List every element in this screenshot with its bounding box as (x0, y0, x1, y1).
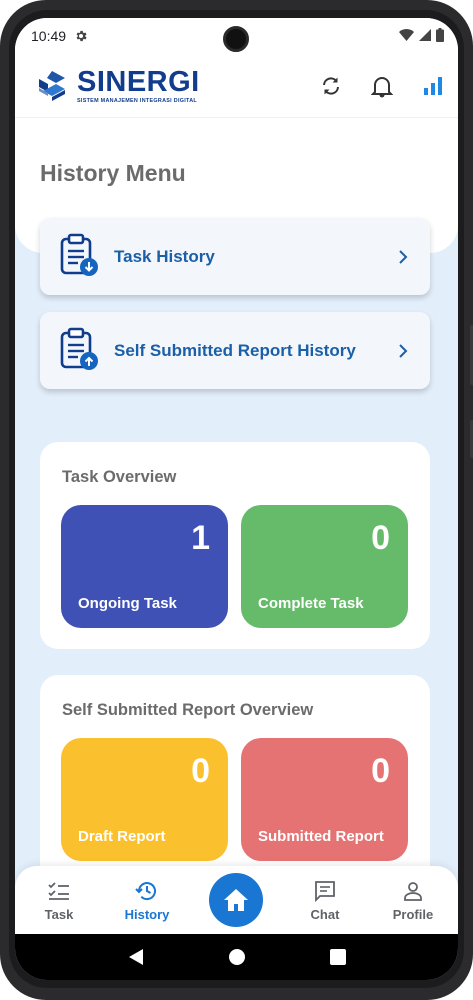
task-overview-title: Task Overview (62, 468, 177, 486)
status-icons (399, 28, 444, 42)
clipboard-upload-icon (60, 327, 98, 370)
status-time: 10:49 (31, 28, 67, 44)
checklist-icon (48, 881, 69, 900)
person-icon (404, 881, 422, 901)
complete-task-stat[interactable]: 0 Complete Task (241, 505, 408, 628)
bottom-navigation: Task History Chat Profile (15, 866, 458, 934)
device-frame: 10:49 SINERGI SISTEM MANAJEMEN INTEGRASI… (0, 0, 473, 1000)
report-overview-card: Self Submitted Report Overview 0 Draft R… (40, 675, 430, 866)
gear-icon (76, 30, 87, 42)
report-history-button[interactable]: Self Submitted Report History (40, 312, 430, 389)
sync-button[interactable] (305, 54, 356, 118)
submitted-report-count: 0 (371, 752, 390, 790)
nav-chat[interactable]: Chat (281, 866, 369, 934)
submitted-report-stat[interactable]: 0 Submitted Report (241, 738, 408, 861)
bell-icon (370, 77, 393, 98)
nav-task[interactable]: Task (15, 866, 103, 934)
recents-icon (329, 949, 346, 965)
page-title: History Menu (40, 160, 186, 186)
signal-bars-icon (423, 77, 442, 95)
report-history-label: Self Submitted Report History (114, 340, 356, 360)
system-navigation-bar (15, 934, 458, 980)
ongoing-task-stat[interactable]: 1 Ongoing Task (61, 505, 228, 628)
connection-status-button[interactable] (407, 54, 458, 118)
complete-task-count: 0 (371, 519, 390, 557)
task-history-button[interactable]: Task History (40, 218, 430, 295)
nav-chat-label: Chat (310, 906, 340, 922)
chevron-right-icon (399, 343, 408, 358)
app-header: SINERGI SISTEM MANAJEMEN INTEGRASI DIGIT… (15, 54, 458, 118)
draft-report-label: Draft Report (78, 828, 166, 845)
nav-profile[interactable]: Profile (369, 866, 457, 934)
header-actions (305, 54, 458, 118)
sync-icon (322, 77, 339, 95)
system-recents-button[interactable] (318, 937, 358, 977)
submitted-report-label: Submitted Report (258, 828, 384, 845)
logo-subtitle: SISTEM MANAJEMEN INTEGRASI DIGITAL (77, 97, 198, 104)
wifi-icon (399, 29, 414, 41)
home-icon (224, 889, 248, 911)
device-bezel: 10:49 SINERGI SISTEM MANAJEMEN INTEGRASI… (9, 10, 464, 988)
sinergi-logo-icon (39, 70, 65, 101)
task-history-label: Task History (114, 246, 215, 266)
chat-icon (315, 880, 335, 902)
home-button[interactable] (209, 873, 263, 927)
report-overview-title: Self Submitted Report Overview (62, 701, 314, 719)
main-content: History Menu Task History Self Submitted… (15, 118, 458, 866)
ongoing-task-count: 1 (191, 519, 210, 557)
ongoing-task-label: Ongoing Task (78, 595, 177, 612)
status-bar: 10:49 (15, 18, 458, 54)
nav-task-label: Task (44, 906, 74, 922)
nav-history[interactable]: History (103, 866, 191, 934)
system-back-button[interactable] (116, 937, 156, 977)
draft-report-stat[interactable]: 0 Draft Report (61, 738, 228, 861)
back-icon (128, 949, 143, 965)
task-overview-card: Task Overview 1 Ongoing Task 0 Complete … (40, 442, 430, 649)
draft-report-count: 0 (191, 752, 210, 790)
battery-icon (436, 28, 444, 42)
cellular-icon (419, 29, 431, 41)
front-camera (223, 26, 249, 52)
chevron-right-icon (399, 249, 408, 264)
logo-title: SINERGI (77, 65, 200, 98)
notifications-button[interactable] (356, 54, 407, 118)
complete-task-label: Complete Task (258, 595, 364, 612)
logo-text: SINERGI SISTEM MANAJEMEN INTEGRASI DIGIT… (77, 65, 200, 104)
system-home-button[interactable] (217, 937, 257, 977)
history-icon (135, 881, 156, 900)
nav-history-label: History (124, 906, 170, 922)
clipboard-download-icon (60, 233, 98, 276)
screen: 10:49 SINERGI SISTEM MANAJEMEN INTEGRASI… (15, 18, 458, 980)
nav-profile-label: Profile (392, 906, 434, 922)
home-circle-icon (228, 949, 245, 965)
